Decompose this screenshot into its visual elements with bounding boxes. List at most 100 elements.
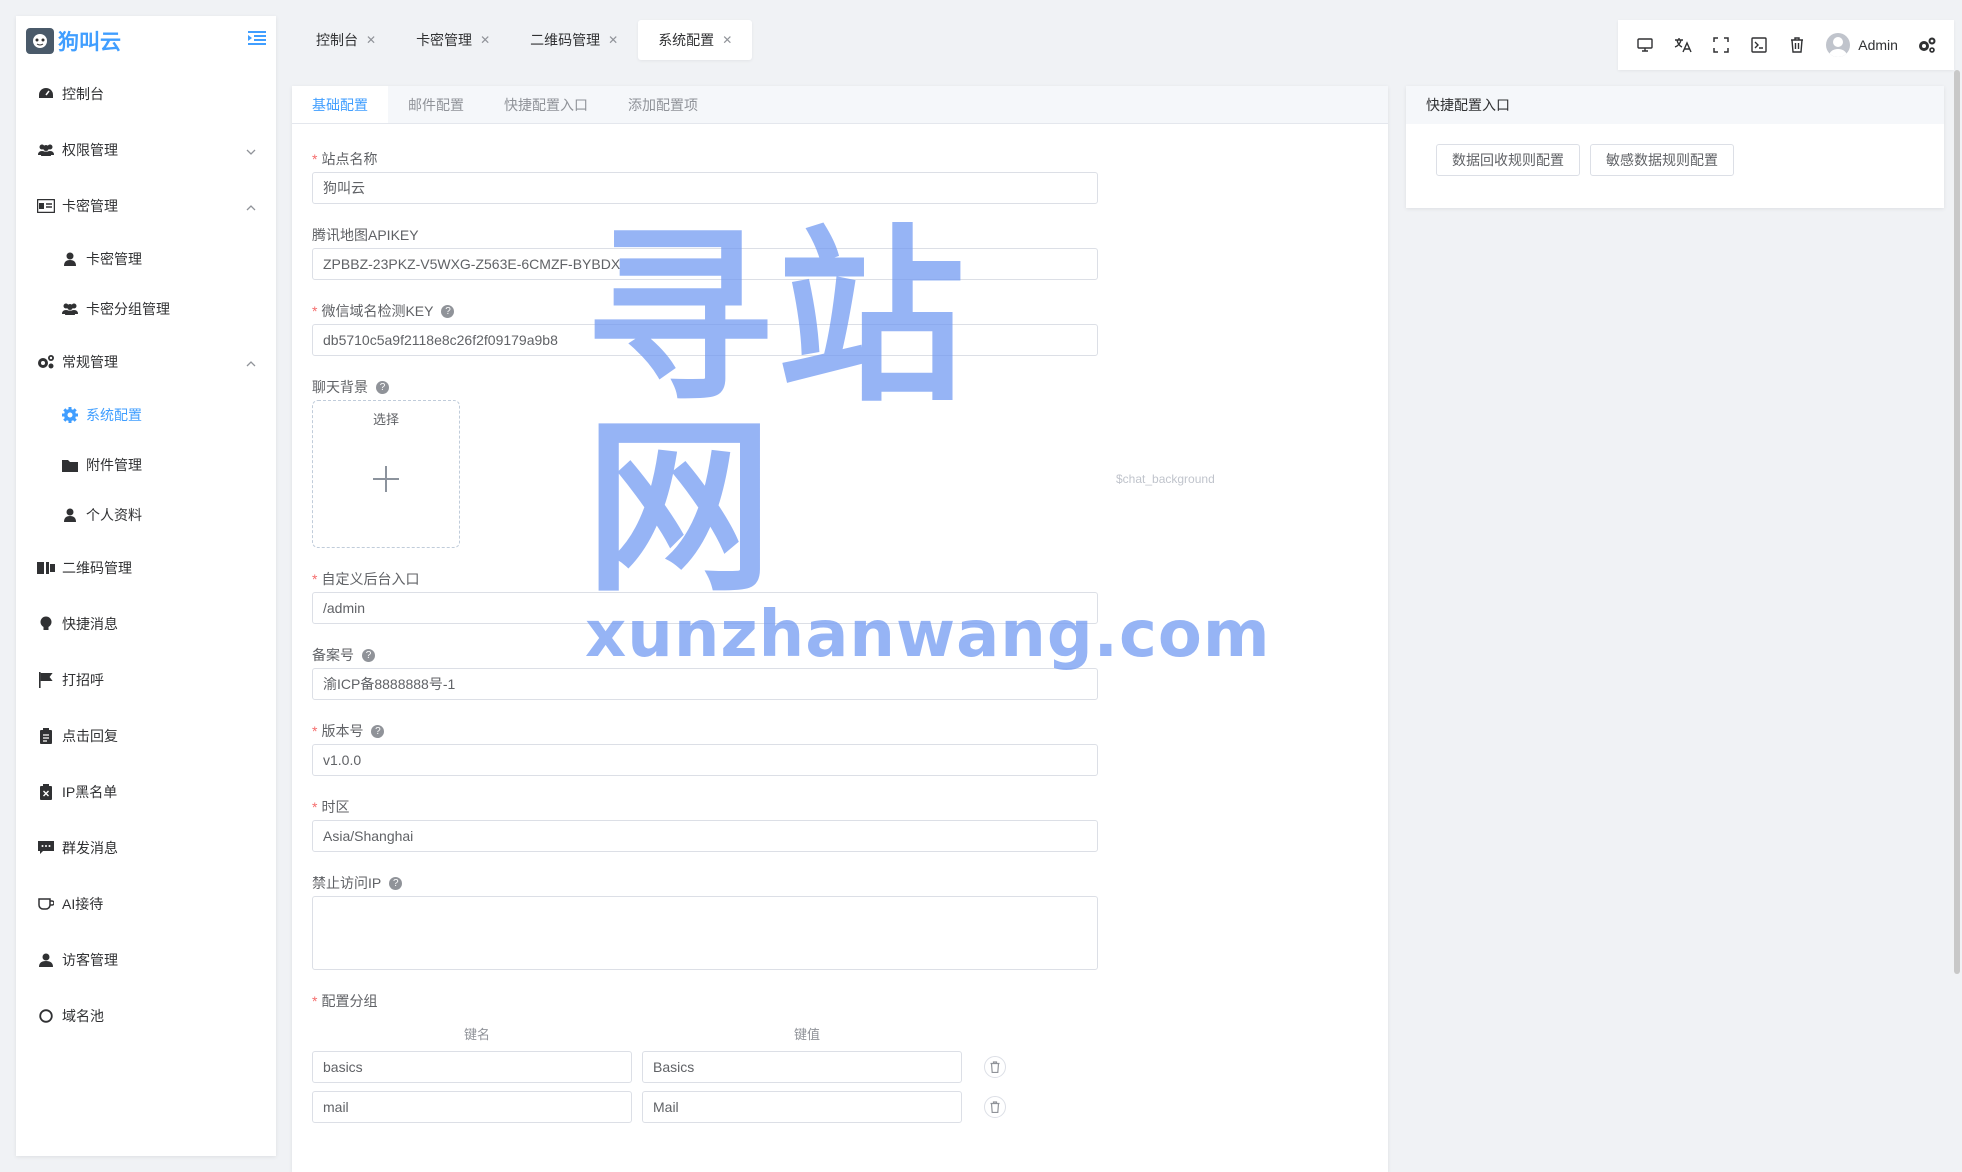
sidebar-item[interactable]: 权限管理 — [16, 122, 276, 178]
forbidden-ip-textarea[interactable] — [312, 896, 1098, 970]
close-icon[interactable]: ✕ — [722, 33, 732, 47]
help-icon[interactable]: ? — [371, 724, 385, 738]
delete-row-button[interactable] — [984, 1096, 1006, 1118]
sidebar-item[interactable]: 卡密管理 — [16, 234, 276, 284]
sidebar-item[interactable]: IP黑名单 — [16, 764, 276, 820]
monitor-icon[interactable] — [1626, 25, 1664, 65]
timezone-input[interactable]: Asia/Shanghai — [312, 820, 1098, 852]
field-map-key: 腾讯地图APIKEY ZPBBZ-23PKZ-V5WXG-Z563E-6CMZF… — [312, 222, 1368, 280]
field-label: * 站点名称 — [312, 146, 1368, 172]
sidebar: 狗叫云 控制台 权限管理 卡密管理 卡密管理 卡密分组管理 常规管理 系统配置 附件管理 个人资… — [16, 16, 276, 1156]
field-label: * 时区 — [312, 794, 1368, 820]
trash-icon — [990, 1101, 1000, 1113]
help-icon[interactable]: ? — [441, 304, 455, 318]
label-text: 聊天背景 — [312, 379, 368, 395]
key-input[interactable]: basics — [312, 1051, 632, 1083]
label-text: 配置分组 — [321, 993, 378, 1009]
delete-row-button[interactable] — [984, 1056, 1006, 1078]
help-icon[interactable]: ? — [362, 648, 375, 662]
tab-label: 卡密管理 — [416, 32, 473, 48]
sidebar-item-label: 群发消息 — [62, 840, 118, 856]
sidebar-item[interactable]: 系统配置 — [16, 390, 276, 440]
sidebar-item[interactable]: 快捷消息 — [16, 596, 276, 652]
tab-dashboard[interactable]: 控制台 ✕ — [296, 20, 396, 60]
field-icp: 备案号? 渝ICP备8888888号-1 — [312, 642, 1368, 700]
sidebar-item[interactable]: 常规管理 — [16, 334, 276, 390]
quick-config-title: 快捷配置入口 — [1406, 86, 1944, 124]
icp-input[interactable]: 渝ICP备8888888号-1 — [312, 668, 1098, 700]
translate-icon[interactable] — [1664, 25, 1702, 65]
circle-icon — [36, 1006, 56, 1026]
version-input[interactable]: v1.0.0 — [312, 744, 1098, 776]
field-label: * 版本号? — [312, 718, 1368, 744]
tab-card-management[interactable]: 卡密管理 ✕ — [396, 20, 510, 60]
sidebar-item[interactable]: 访客管理 — [16, 932, 276, 988]
chevron-up-icon — [246, 198, 256, 214]
tab-system-config[interactable]: 系统配置 ✕ — [638, 20, 753, 60]
label-text: 版本号 — [321, 723, 364, 739]
gear-icon — [60, 405, 80, 425]
sidebar-item[interactable]: 二维码管理 — [16, 540, 276, 596]
cogs-icon[interactable] — [1908, 25, 1946, 65]
terminal-icon[interactable] — [1740, 25, 1778, 65]
tab-quick-config[interactable]: 快捷配置入口 — [484, 86, 608, 123]
sidebar-item-label: 打招呼 — [62, 672, 104, 688]
admin-entry-input[interactable]: /admin — [312, 592, 1098, 624]
sidebar-item[interactable]: 卡密分组管理 — [16, 284, 276, 334]
avatar — [1826, 33, 1851, 57]
sidebar-item[interactable]: 附件管理 — [16, 440, 276, 490]
sidebar-item-label: 权限管理 — [62, 142, 118, 158]
sidebar-item[interactable]: 点击回复 — [16, 708, 276, 764]
map-apikey-input[interactable]: ZPBBZ-23PKZ-V5WXG-Z563E-6CMZF-BYBDX — [312, 248, 1098, 280]
value-header: 键值 — [793, 1027, 820, 1042]
sidebar-item[interactable]: 卡密管理 — [16, 178, 276, 234]
user-menu[interactable]: Admin — [1816, 33, 1908, 57]
field-label: * 配置分组 — [312, 988, 1368, 1014]
label-text: 腾讯地图APIKEY — [312, 227, 419, 243]
sidebar-item-label: 访客管理 — [62, 952, 118, 968]
tab-basic-config[interactable]: 基础配置 — [292, 86, 388, 123]
help-icon[interactable]: ? — [389, 876, 403, 890]
data-recycle-rule-button[interactable]: 数据回收规则配置 — [1436, 144, 1580, 176]
sidebar-item-label: 卡密管理 — [62, 198, 118, 214]
page-tabs: 控制台 ✕ 卡密管理 ✕ 二维码管理 ✕ 系统配置 ✕ — [296, 20, 753, 60]
help-icon[interactable]: ? — [376, 380, 389, 394]
user-icon — [60, 249, 80, 269]
value-input[interactable]: Mail — [642, 1091, 962, 1123]
cogs-icon — [36, 352, 56, 372]
close-icon[interactable]: ✕ — [480, 33, 490, 47]
tab-qrcode-management[interactable]: 二维码管理 ✕ — [510, 20, 638, 60]
required-mark: * — [312, 799, 318, 815]
required-mark: * — [312, 723, 318, 739]
close-icon[interactable]: ✕ — [366, 33, 376, 47]
field-version: * 版本号? v1.0.0 — [312, 718, 1368, 776]
upload-select-label[interactable]: 选择 — [313, 409, 459, 428]
close-icon[interactable]: ✕ — [608, 33, 618, 47]
fullscreen-icon[interactable] — [1702, 25, 1740, 65]
logo-icon — [26, 28, 54, 54]
chat-icon — [36, 838, 56, 858]
sidebar-item[interactable]: 群发消息 — [16, 820, 276, 876]
field-wx-key: * 微信域名检测KEY? db5710c5a9f2118e8c26f2f09179… — [312, 298, 1368, 356]
page-scrollbar[interactable] — [1954, 70, 1960, 974]
sidebar-item[interactable]: 个人资料 — [16, 490, 276, 540]
field-config-group: * 配置分组 键名 键值 basics Basics mail Mail — [312, 988, 1368, 1123]
sidebar-item[interactable]: 域名池 — [16, 988, 276, 1044]
users-icon — [36, 140, 56, 160]
sensitive-data-rule-button[interactable]: 敏感数据规则配置 — [1590, 144, 1734, 176]
tab-mail-config[interactable]: 邮件配置 — [388, 86, 484, 123]
site-name-input[interactable]: 狗叫云 — [312, 172, 1098, 204]
sidebar-item[interactable]: AI接待 — [16, 876, 276, 932]
collapse-menu-icon[interactable] — [248, 31, 266, 49]
sidebar-item[interactable]: 控制台 — [16, 66, 276, 122]
tab-label: 二维码管理 — [530, 32, 601, 48]
sidebar-item[interactable]: 打招呼 — [16, 652, 276, 708]
key-input[interactable]: mail — [312, 1091, 632, 1123]
tab-add-config[interactable]: 添加配置项 — [608, 86, 718, 123]
trash-icon[interactable] — [1778, 25, 1816, 65]
chat-bg-upload[interactable]: 选择 — [312, 400, 460, 548]
app-title: 狗叫云 — [58, 31, 121, 54]
dashboard-icon — [36, 84, 56, 104]
wx-key-input[interactable]: db5710c5a9f2118e8c26f2f09179a9b8 — [312, 324, 1098, 356]
value-input[interactable]: Basics — [642, 1051, 962, 1083]
